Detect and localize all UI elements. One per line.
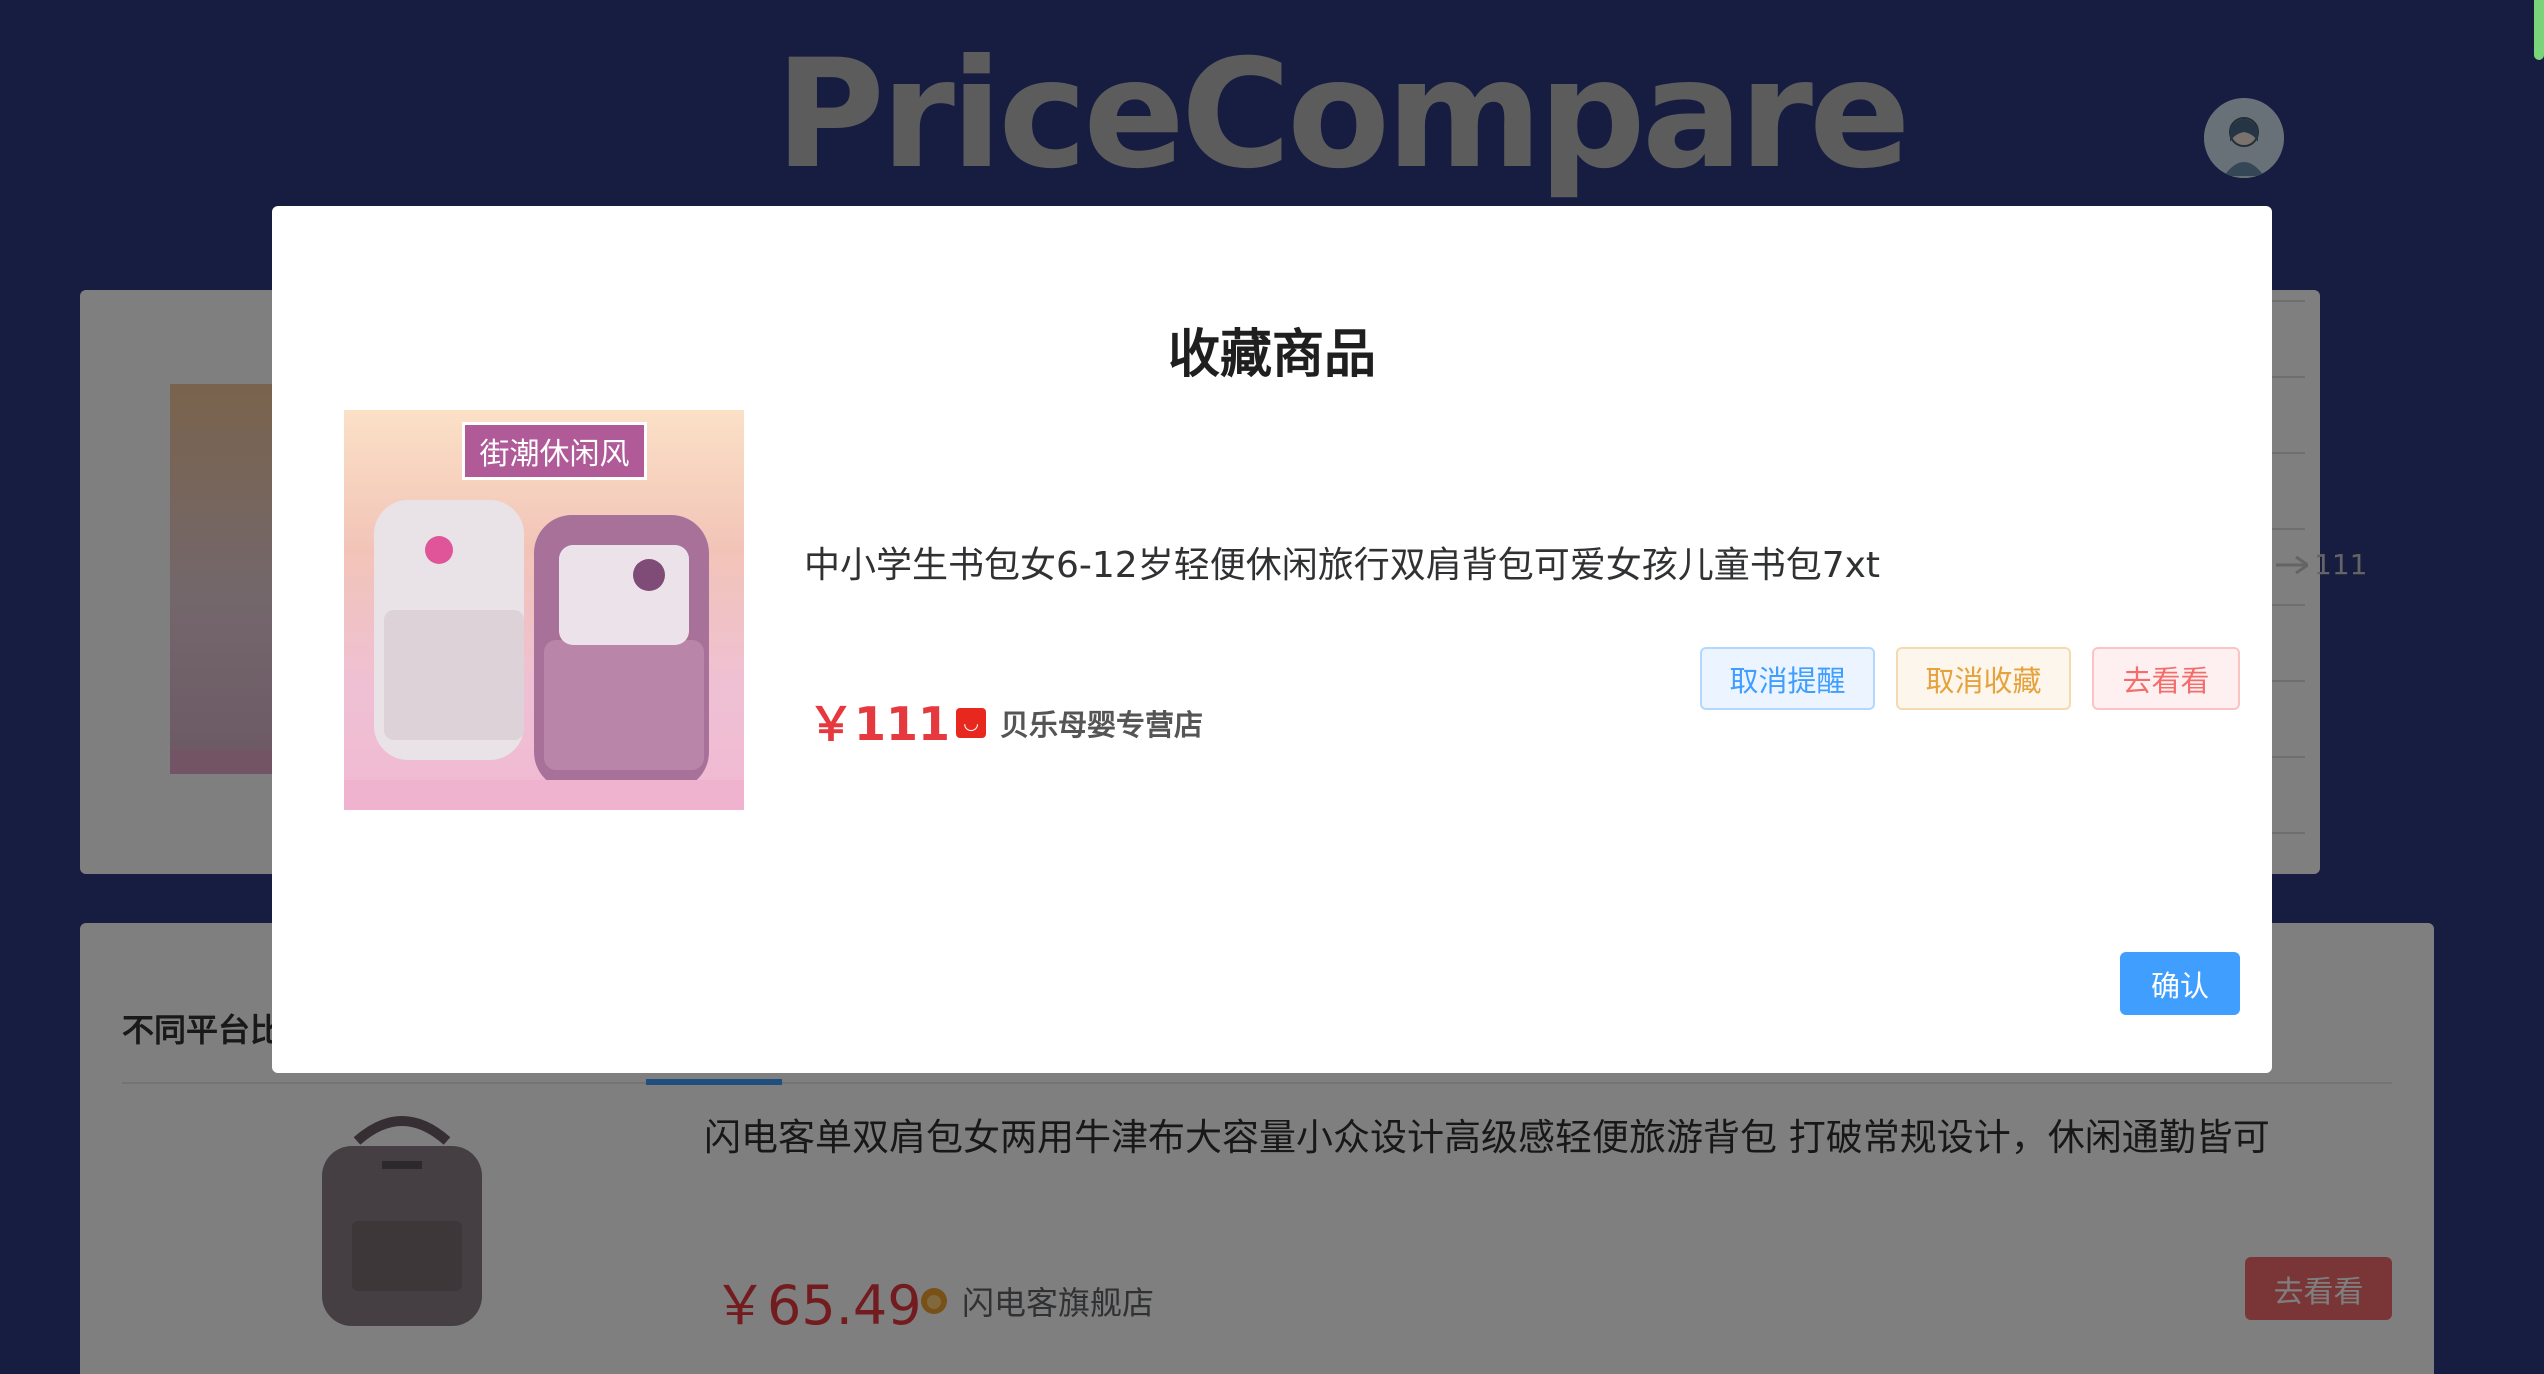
scrollbar-thumb[interactable] (2534, 0, 2544, 60)
product-image: 街潮休闲风 (344, 410, 744, 810)
confirm-button[interactable]: 确认 (2120, 952, 2240, 1015)
backpack-illustration (344, 500, 744, 810)
cancel-favorite-button[interactable]: 取消收藏 (1896, 647, 2071, 710)
view-product-button[interactable]: 去看看 (2092, 647, 2240, 710)
dialog-title: 收藏商品 (1167, 325, 1376, 385)
product-price: ￥111 (808, 697, 951, 751)
product-shop[interactable]: ◡ 贝乐母婴专营店 (956, 702, 1203, 744)
cancel-reminder-button[interactable]: 取消提醒 (1700, 647, 1875, 710)
product-name: 中小学生书包女6-12岁轻便休闲旅行双肩背包可爱女孩儿童书包7xt (804, 545, 1881, 586)
tmall-shop-icon: ◡ (956, 708, 986, 738)
favorite-dialog: 收藏商品 街潮休闲风 中小学生书包女6-12岁轻便休闲旅行双肩背包可爱女孩儿童书… (272, 206, 2272, 1073)
